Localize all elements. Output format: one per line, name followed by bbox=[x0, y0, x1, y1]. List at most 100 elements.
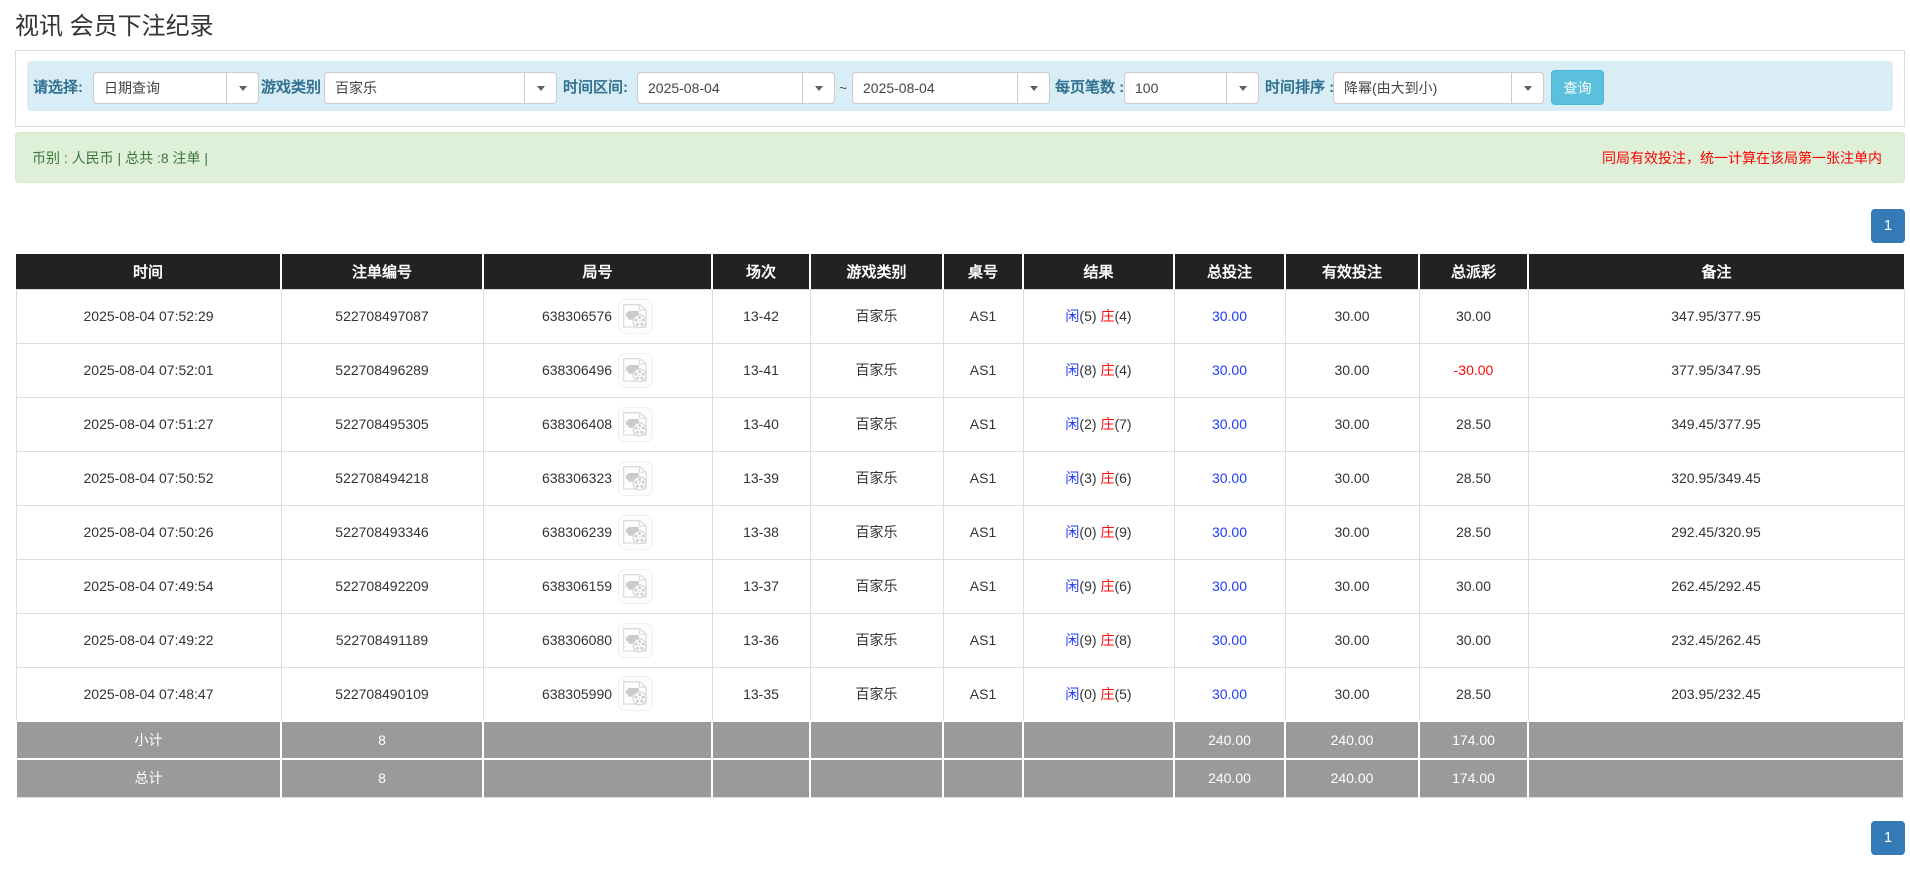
page: 视讯 会员下注纪录 请选择: 日期查询 游戏类别 百家乐 时间区间: 2025-… bbox=[15, 13, 1905, 855]
cell-session: 13-42 bbox=[712, 289, 810, 343]
column-header: 注单编号 bbox=[281, 254, 483, 289]
video-replay-button[interactable] bbox=[618, 569, 653, 604]
table-header-row: 时间注单编号局号场次游戏类别桌号结果总投注有效投注总派彩备注 bbox=[16, 254, 1904, 289]
table-body: 2025-08-04 07:52:29522708497087638306576… bbox=[16, 289, 1904, 797]
cell-result: 闲(8) 庄(4) bbox=[1023, 343, 1174, 397]
cell-session: 13-41 bbox=[712, 343, 810, 397]
video-file-icon bbox=[622, 573, 649, 600]
video-replay-button[interactable] bbox=[618, 407, 653, 442]
video-file-icon bbox=[622, 519, 649, 546]
chevron-down-triangle bbox=[815, 86, 823, 91]
cell-time: 2025-08-04 07:48:47 bbox=[16, 667, 281, 721]
column-header: 有效投注 bbox=[1285, 254, 1419, 289]
total-cell: 240.00 bbox=[1285, 759, 1419, 797]
cell-bet-id: 522708495305 bbox=[281, 397, 483, 451]
cell-session: 13-35 bbox=[712, 667, 810, 721]
column-header: 局号 bbox=[483, 254, 712, 289]
pagination-bottom: 1 bbox=[15, 821, 1905, 855]
result-banker: 庄 bbox=[1100, 578, 1114, 594]
cell-table-no: AS1 bbox=[943, 505, 1023, 559]
total-bet-link[interactable]: 30.00 bbox=[1212, 308, 1247, 324]
cell-payout: 28.50 bbox=[1419, 451, 1528, 505]
cell-payout: -30.00 bbox=[1419, 343, 1528, 397]
page-size-select[interactable]: 100 bbox=[1124, 72, 1259, 104]
result-banker: 庄 bbox=[1100, 308, 1114, 324]
result-player: 闲 bbox=[1065, 524, 1079, 540]
video-file-icon bbox=[622, 357, 649, 384]
video-file-icon bbox=[622, 680, 649, 707]
video-replay-button[interactable] bbox=[618, 299, 653, 334]
search-button[interactable]: 查询 bbox=[1551, 70, 1604, 105]
cell-session: 13-38 bbox=[712, 505, 810, 559]
cell-note: 377.95/347.95 bbox=[1528, 343, 1904, 397]
video-replay-button[interactable] bbox=[618, 676, 653, 711]
chevron-down-icon bbox=[1226, 73, 1258, 103]
total-bet-link[interactable]: 30.00 bbox=[1212, 470, 1247, 486]
total-bet-link[interactable]: 30.00 bbox=[1212, 416, 1247, 432]
video-replay-button[interactable] bbox=[618, 623, 653, 658]
subtotal-cell bbox=[1528, 721, 1904, 759]
date-to-value: 2025-08-04 bbox=[853, 73, 1017, 103]
subtotal-cell: 小计 bbox=[16, 721, 281, 759]
cell-game-type: 百家乐 bbox=[810, 505, 943, 559]
query-type-select[interactable]: 日期查询 bbox=[93, 72, 259, 104]
result-banker: 庄 bbox=[1100, 362, 1114, 378]
round-cell-content: 638306159 bbox=[542, 569, 653, 604]
total-cell: 8 bbox=[281, 759, 483, 797]
sort-order-select[interactable]: 降幂(由大到小) bbox=[1333, 72, 1544, 104]
payout-value: -30.00 bbox=[1454, 362, 1494, 378]
result-player: 闲 bbox=[1065, 416, 1079, 432]
table-row: 2025-08-04 07:52:29522708497087638306576… bbox=[16, 289, 1904, 343]
result-player: 闲 bbox=[1065, 578, 1079, 594]
total-cell bbox=[943, 759, 1023, 797]
cell-valid-bet: 30.00 bbox=[1285, 451, 1419, 505]
payout-value: 28.50 bbox=[1456, 416, 1491, 432]
chevron-down-icon bbox=[1017, 73, 1049, 103]
cell-round-id: 638306159 bbox=[483, 559, 712, 613]
game-type-value: 百家乐 bbox=[325, 73, 524, 103]
date-from-input[interactable]: 2025-08-04 bbox=[637, 72, 835, 104]
total-bet-link[interactable]: 30.00 bbox=[1212, 362, 1247, 378]
date-to-input[interactable]: 2025-08-04 bbox=[852, 72, 1050, 104]
result-banker: 庄 bbox=[1100, 416, 1114, 432]
cell-result: 闲(5) 庄(4) bbox=[1023, 289, 1174, 343]
cell-note: 349.45/377.95 bbox=[1528, 397, 1904, 451]
total-bet-link[interactable]: 30.00 bbox=[1212, 686, 1247, 702]
cell-result: 闲(2) 庄(7) bbox=[1023, 397, 1174, 451]
cell-round-id: 638306080 bbox=[483, 613, 712, 667]
subtotal-row: 小计8240.00240.00174.00 bbox=[16, 721, 1904, 759]
cell-bet-id: 522708496289 bbox=[281, 343, 483, 397]
chevron-down-icon bbox=[524, 73, 556, 103]
cell-note: 232.45/262.45 bbox=[1528, 613, 1904, 667]
result-player: 闲 bbox=[1065, 362, 1079, 378]
cell-time: 2025-08-04 07:52:01 bbox=[16, 343, 281, 397]
chevron-down-icon bbox=[226, 73, 258, 103]
round-cell-content: 638306576 bbox=[542, 299, 653, 334]
page-number-button[interactable]: 1 bbox=[1871, 821, 1905, 855]
cell-valid-bet: 30.00 bbox=[1285, 505, 1419, 559]
total-cell: 174.00 bbox=[1419, 759, 1528, 797]
subtotal-cell bbox=[943, 721, 1023, 759]
video-replay-button[interactable] bbox=[618, 515, 653, 550]
pagination-top: 1 bbox=[15, 209, 1905, 243]
video-replay-button[interactable] bbox=[618, 461, 653, 496]
cell-note: 262.45/292.45 bbox=[1528, 559, 1904, 613]
total-bet-link[interactable]: 30.00 bbox=[1212, 632, 1247, 648]
round-cell-content: 638306408 bbox=[542, 407, 653, 442]
game-type-select[interactable]: 百家乐 bbox=[324, 72, 557, 104]
chevron-down-icon bbox=[1511, 73, 1543, 103]
round-number: 638305990 bbox=[542, 686, 612, 702]
column-header: 结果 bbox=[1023, 254, 1174, 289]
cell-table-no: AS1 bbox=[943, 343, 1023, 397]
bet-records-table: 时间注单编号局号场次游戏类别桌号结果总投注有效投注总派彩备注 2025-08-0… bbox=[15, 254, 1905, 798]
total-bet-link[interactable]: 30.00 bbox=[1212, 524, 1247, 540]
page-number-button[interactable]: 1 bbox=[1871, 209, 1905, 243]
cell-payout: 28.50 bbox=[1419, 667, 1528, 721]
sort-order-value: 降幂(由大到小) bbox=[1334, 73, 1511, 103]
total-bet-link[interactable]: 30.00 bbox=[1212, 578, 1247, 594]
table-row: 2025-08-04 07:48:47522708490109638305990… bbox=[16, 667, 1904, 721]
video-replay-button[interactable] bbox=[618, 353, 653, 388]
cell-table-no: AS1 bbox=[943, 397, 1023, 451]
filter-bar: 请选择: 日期查询 游戏类别 百家乐 时间区间: 2025-08-04 ~ 20… bbox=[27, 61, 1893, 111]
video-file-icon bbox=[622, 627, 649, 654]
